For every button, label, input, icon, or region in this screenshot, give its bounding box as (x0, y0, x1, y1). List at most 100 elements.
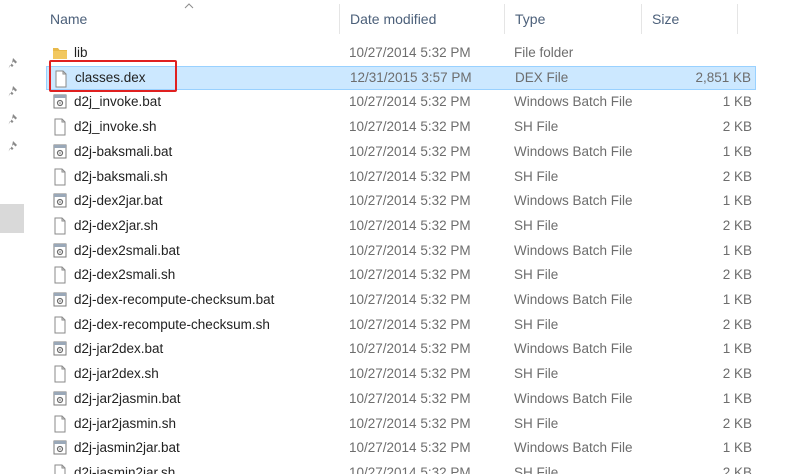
file-name: d2j-jar2jasmin.bat (74, 391, 181, 406)
file-size: 2 KB (722, 317, 752, 332)
file-type: Windows Batch File (514, 292, 633, 307)
file-size: 2 KB (722, 416, 752, 431)
file-size: 2 KB (722, 267, 752, 282)
file-size: 2,851 KB (695, 70, 751, 85)
file-date-modified: 10/27/2014 5:32 PM (349, 119, 471, 134)
file-date-modified: 12/31/2015 3:57 PM (350, 70, 472, 85)
file-row[interactable]: d2j-jar2dex.sh 10/27/2014 5:32 PM SH File 2… (46, 362, 756, 386)
file-date-modified: 10/27/2014 5:32 PM (349, 341, 471, 356)
file-type: Windows Batch File (514, 144, 633, 159)
file-type: SH File (514, 119, 559, 134)
file-name: d2j_invoke.sh (74, 119, 157, 134)
file-date-modified: 10/27/2014 5:32 PM (349, 45, 471, 60)
file-size: 2 KB (722, 218, 752, 233)
pin-icon[interactable] (8, 140, 20, 152)
file-size: 2 KB (722, 465, 752, 474)
file-row[interactable]: d2j-dex-recompute-checksum.bat 10/27/2014… (46, 288, 756, 312)
file-row[interactable]: d2j-jar2jasmin.sh 10/27/2014 5:32 PM SH Fi… (46, 412, 756, 436)
file-icon (54, 217, 66, 235)
file-date-modified: 10/27/2014 5:32 PM (349, 391, 471, 406)
column-divider[interactable] (737, 4, 738, 34)
file-size: 2 KB (722, 366, 752, 381)
file-type: SH File (514, 366, 559, 381)
file-date-modified: 10/27/2014 5:32 PM (349, 169, 471, 184)
file-type: Windows Batch File (514, 440, 633, 455)
pin-icon[interactable] (8, 85, 20, 97)
file-row[interactable]: d2j_invoke.bat 10/27/2014 5:32 PM Windows … (46, 90, 756, 114)
highlight-annotation (49, 60, 177, 92)
file-row[interactable]: d2j-baksmali.bat 10/27/2014 5:32 PM Window… (46, 140, 756, 164)
file-row[interactable]: d2j-dex2jar.bat 10/27/2014 5:32 PM Windows… (46, 189, 756, 213)
file-date-modified: 10/27/2014 5:32 PM (349, 218, 471, 233)
file-size: 1 KB (722, 391, 752, 406)
file-size: 1 KB (722, 243, 752, 258)
file-name: d2j-jasmin2jar.bat (74, 440, 180, 455)
column-header-name[interactable]: Name (40, 0, 336, 38)
nav-selected-item[interactable] (0, 204, 24, 233)
file-row[interactable]: d2j-baksmali.sh 10/27/2014 5:32 PM SH File… (46, 165, 756, 189)
batch-file-icon (53, 341, 67, 356)
batch-file-icon (53, 94, 67, 109)
file-type: SH File (514, 169, 559, 184)
file-type: Windows Batch File (514, 94, 633, 109)
file-row[interactable]: d2j_invoke.sh 10/27/2014 5:32 PM SH File 2 … (46, 115, 756, 139)
file-name: d2j-jar2dex.bat (74, 341, 164, 356)
file-row[interactable]: d2j-jasmin2jar.sh 10/27/2014 5:32 PM SH Fi… (46, 461, 756, 474)
file-type: SH File (514, 218, 559, 233)
file-date-modified: 10/27/2014 5:32 PM (349, 465, 471, 474)
file-name: d2j-dex2jar.bat (74, 193, 163, 208)
file-icon (54, 118, 66, 136)
file-row[interactable]: d2j-dex2smali.bat 10/27/2014 5:32 PM Windo… (46, 239, 756, 263)
file-row[interactable]: d2j-dex-recompute-checksum.sh 10/27/2014 … (46, 313, 756, 337)
file-icon (54, 365, 66, 383)
file-type: DEX File (515, 70, 569, 85)
file-row[interactable]: d2j-dex2jar.sh 10/27/2014 5:32 PM SH File 2… (46, 214, 756, 238)
file-icon (54, 464, 66, 474)
file-date-modified: 10/27/2014 5:32 PM (349, 317, 471, 332)
file-name: d2j-baksmali.bat (74, 144, 173, 159)
file-date-modified: 10/27/2014 5:32 PM (349, 243, 471, 258)
file-name: d2j-dex2jar.sh (74, 218, 159, 233)
file-date-modified: 10/27/2014 5:32 PM (349, 193, 471, 208)
file-name: d2j-jar2jasmin.sh (74, 416, 177, 431)
navigation-pane (0, 0, 26, 474)
file-row[interactable]: d2j-jar2jasmin.bat 10/27/2014 5:32 PM Wind… (46, 387, 756, 411)
file-row[interactable]: d2j-jasmin2jar.bat 10/27/2014 5:32 PM Wind… (46, 436, 756, 460)
file-icon (54, 168, 66, 186)
file-size: 1 KB (722, 440, 752, 455)
file-type: SH File (514, 465, 559, 474)
column-header-date[interactable]: Date modified (340, 0, 504, 38)
file-date-modified: 10/27/2014 5:32 PM (349, 267, 471, 282)
file-size: 1 KB (722, 341, 752, 356)
file-date-modified: 10/27/2014 5:32 PM (349, 292, 471, 307)
file-date-modified: 10/27/2014 5:32 PM (349, 94, 471, 109)
file-type: File folder (514, 45, 574, 60)
file-date-modified: 10/27/2014 5:32 PM (349, 440, 471, 455)
file-type: Windows Batch File (514, 391, 633, 406)
file-name: d2j-jasmin2jar.sh (74, 465, 176, 474)
pin-icon[interactable] (8, 113, 20, 125)
file-row[interactable]: d2j-dex2smali.sh 10/27/2014 5:32 PM SH Fil… (46, 263, 756, 287)
file-size: 2 KB (722, 169, 752, 184)
file-name: d2j-dex2smali.bat (74, 243, 180, 258)
file-size: 2 KB (722, 119, 752, 134)
column-header: Name Date modified Type Size (26, 0, 806, 38)
batch-file-icon (53, 391, 67, 406)
column-header-size[interactable]: Size (642, 0, 736, 38)
file-name: d2j-jar2dex.sh (74, 366, 159, 381)
file-row[interactable]: d2j-jar2dex.bat 10/27/2014 5:32 PM Windows… (46, 337, 756, 361)
column-header-type[interactable]: Type (505, 0, 641, 38)
file-size: 1 KB (722, 193, 752, 208)
batch-file-icon (53, 144, 67, 159)
file-name: d2j-baksmali.sh (74, 169, 168, 184)
file-date-modified: 10/27/2014 5:32 PM (349, 416, 471, 431)
file-name: d2j-dex2smali.sh (74, 267, 176, 282)
file-type: Windows Batch File (514, 243, 633, 258)
pin-icon[interactable] (8, 57, 20, 69)
batch-file-icon (53, 440, 67, 455)
file-type: Windows Batch File (514, 193, 633, 208)
file-type: SH File (514, 267, 559, 282)
batch-file-icon (53, 243, 67, 258)
file-name: d2j-dex-recompute-checksum.bat (74, 292, 275, 307)
file-explorer-window: Name Date modified Type Size lib 10/27/20… (0, 0, 806, 474)
